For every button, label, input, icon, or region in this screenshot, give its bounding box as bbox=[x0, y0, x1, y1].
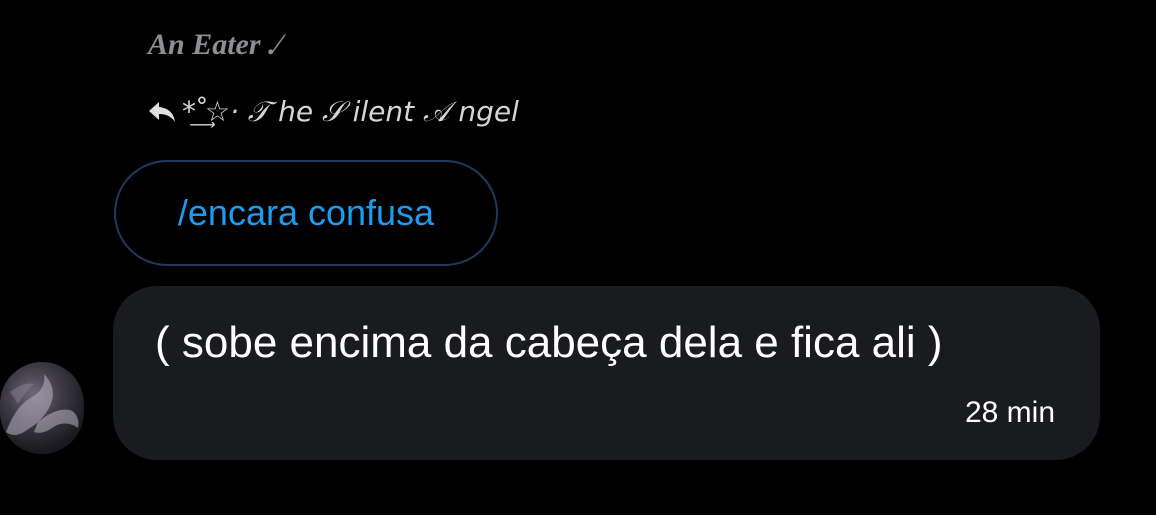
avatar[interactable] bbox=[0, 362, 84, 454]
reply-arrow-icon bbox=[148, 99, 178, 125]
sender-name[interactable]: An Eater .⁄ bbox=[148, 28, 281, 62]
message-timestamp: 28 min bbox=[964, 396, 1055, 429]
reply-to-name: * ̊͢☆· 𝒯 he 𝒮 ilent 𝒜 ngel bbox=[182, 95, 519, 128]
message-bubble[interactable]: ( sobe encima da cabeça dela e fica ali … bbox=[113, 286, 1100, 460]
message-text: ( sobe encima da cabeça dela e fica ali … bbox=[155, 318, 943, 367]
reply-reference[interactable]: * ̊͢☆· 𝒯 he 𝒮 ilent 𝒜 ngel bbox=[148, 92, 519, 132]
quoted-message-bubble[interactable]: /encara confusa bbox=[114, 160, 498, 266]
quoted-message-text: /encara confusa bbox=[177, 192, 435, 233]
